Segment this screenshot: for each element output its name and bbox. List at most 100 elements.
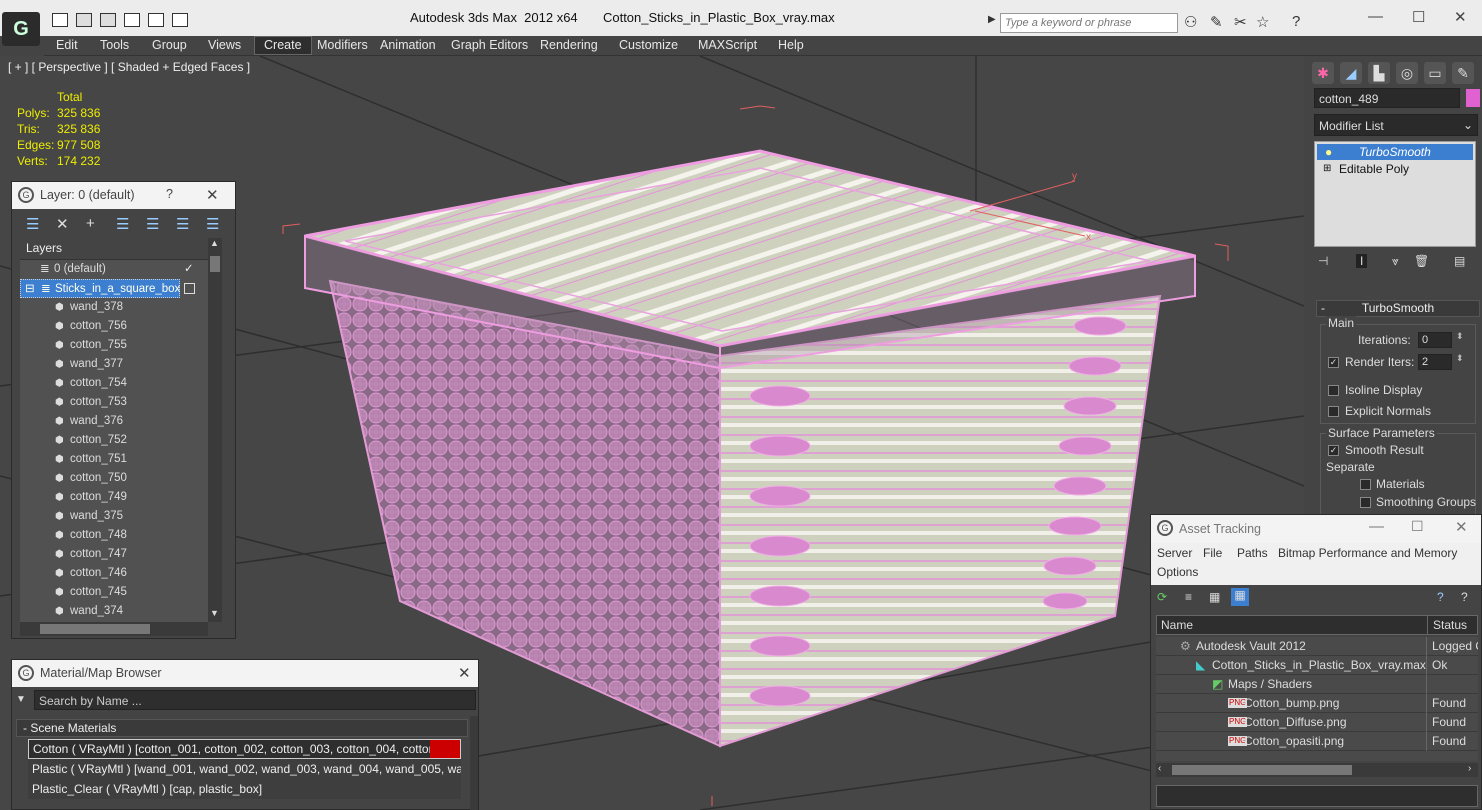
menu-group[interactable]: Group — [152, 38, 187, 52]
menu-animation[interactable]: Animation — [380, 38, 436, 52]
menu-maxscript[interactable]: MAXScript — [698, 38, 757, 52]
menu-customize[interactable]: Customize — [619, 38, 678, 52]
maximize-icon[interactable]: ☐ — [1412, 8, 1425, 26]
minimize-icon[interactable]: — — [1368, 8, 1383, 25]
layer-object-row[interactable]: ⬢ cotton_750 — [20, 469, 208, 488]
layer-object-row[interactable]: ⬢ cotton_752 — [20, 431, 208, 450]
scroll-right-icon[interactable]: › — [1468, 763, 1471, 774]
minimize-icon[interactable]: — — [1369, 518, 1384, 535]
modify-tab-icon[interactable]: ◢ — [1340, 62, 1362, 84]
smooth-result-checkbox[interactable]: ✓ — [1328, 445, 1339, 456]
layer-object-row[interactable]: ⬢ cotton_749 — [20, 488, 208, 507]
object-color-swatch[interactable] — [1466, 89, 1480, 107]
rollout-title[interactable]: - TurboSmooth — [1316, 300, 1480, 317]
layer-object-row[interactable]: ⬢ wand_377 — [20, 355, 208, 374]
pin-stack-icon[interactable]: ⊣ — [1318, 254, 1328, 268]
layer-object-row[interactable]: ⬢ wand_378 — [20, 298, 208, 317]
material-item-plastic[interactable]: Plastic ( VRayMtl ) [wand_001, wand_002,… — [28, 759, 461, 779]
create-layer-icon[interactable]: ☰ — [26, 215, 39, 233]
quick-access-dropdown-icon[interactable] — [172, 13, 188, 27]
maximize-icon[interactable]: ☐ — [1411, 518, 1424, 535]
collapse-icon[interactable]: ⊟ — [25, 280, 35, 299]
menu-views[interactable]: Views — [208, 38, 241, 52]
table-view-icon[interactable]: ▦ — [1231, 588, 1249, 606]
hierarchy-tab-icon[interactable]: ▙ — [1368, 62, 1390, 84]
hide-all-icon[interactable]: ☰ — [176, 215, 189, 233]
remove-modifier-icon[interactable]: 🗑 — [1414, 254, 1429, 268]
scrollbar-thumb[interactable] — [40, 624, 150, 634]
thumbnail-view-icon[interactable]: ▦ — [1209, 590, 1220, 604]
column-name[interactable]: Name — [1161, 618, 1193, 632]
lightbulb-icon[interactable]: ● — [1325, 144, 1332, 160]
spinner-arrows-icon[interactable]: ⬍ — [1456, 331, 1464, 342]
select-objects-icon[interactable]: ☰ — [116, 215, 129, 233]
asset-row-diffuse[interactable]: PNG Cotton_Diffuse.png Found — [1156, 713, 1478, 732]
layer-object-row[interactable]: ⬢ wand_376 — [20, 412, 208, 431]
freeze-all-icon[interactable]: ☰ — [206, 215, 219, 233]
show-end-result-icon[interactable]: I — [1356, 254, 1368, 268]
asset-row-maxfile[interactable]: ◣ Cotton_Sticks_in_Plastic_Box_vray.max Ok — [1156, 656, 1478, 675]
layer-object-row[interactable]: ⬢ cotton_746 — [20, 564, 208, 583]
new-file-icon[interactable] — [52, 13, 68, 27]
layer-object-row[interactable]: ⬢ cotton_755 — [20, 336, 208, 355]
scene-materials-header[interactable]: - Scene Materials — [16, 719, 468, 737]
subscription-icon[interactable]: ✂ — [1234, 13, 1247, 31]
add-to-layer-icon[interactable]: + — [86, 215, 95, 232]
save-icon[interactable] — [76, 13, 92, 27]
spinner-arrows-icon[interactable]: ⬍ — [1456, 353, 1464, 364]
scroll-down-icon[interactable]: ▼ — [210, 608, 219, 618]
menu-create[interactable]: Create — [254, 36, 312, 55]
iterations-spinner[interactable]: 0 — [1418, 332, 1452, 348]
undo-icon[interactable] — [100, 13, 116, 27]
materials-checkbox[interactable] — [1360, 479, 1371, 490]
scroll-up-icon[interactable]: ▲ — [210, 238, 219, 248]
column-status[interactable]: Status — [1433, 618, 1467, 632]
layer-object-row[interactable]: ⬢ cotton_745 — [20, 583, 208, 602]
material-browser-titlebar[interactable]: G Material/Map Browser ✕ — [12, 660, 478, 687]
display-tab-icon[interactable]: ▭ — [1424, 62, 1446, 84]
close-icon[interactable]: ✕ — [458, 664, 471, 682]
favorites-star-icon[interactable]: ☆ — [1256, 13, 1269, 31]
redo-icon[interactable] — [124, 13, 140, 27]
current-layer-box-icon[interactable] — [184, 283, 195, 294]
options-dropdown-icon[interactable]: ▼ — [16, 694, 26, 705]
asset-hscrollbar[interactable]: ‹ › — [1156, 763, 1478, 777]
layer-object-row[interactable]: ⬢ wand_375 — [20, 507, 208, 526]
render-iters-spinner[interactable]: 2 — [1418, 354, 1452, 370]
search-arrow-icon[interactable]: ▶ — [988, 14, 996, 25]
render-iters-checkbox[interactable]: ✓ — [1328, 357, 1339, 368]
layer-object-row[interactable]: ⬢ cotton_753 — [20, 393, 208, 412]
menu-edit[interactable]: Edit — [56, 38, 78, 52]
stack-item-editable-poly[interactable]: ⊞ Editable Poly — [1317, 161, 1473, 177]
highlight-layer-icon[interactable]: ☰ — [146, 215, 159, 233]
app-logo-icon[interactable]: G — [2, 12, 40, 46]
menu-help[interactable]: Help — [778, 38, 804, 52]
explicit-normals-checkbox[interactable] — [1328, 406, 1339, 417]
layer-object-row[interactable]: ⬢ cotton_754 — [20, 374, 208, 393]
menu-modifiers[interactable]: Modifiers — [317, 38, 368, 52]
motion-tab-icon[interactable]: ◎ — [1396, 62, 1418, 84]
help-icon[interactable]: ? — [1292, 13, 1300, 30]
close-icon[interactable]: ✕ — [1454, 8, 1467, 26]
close-icon[interactable]: ✕ — [1455, 518, 1468, 536]
menu-graph-editors[interactable]: Graph Editors — [451, 38, 528, 52]
smoothing-groups-checkbox[interactable] — [1360, 497, 1371, 508]
scrollbar-thumb[interactable] — [1172, 765, 1352, 775]
help-button[interactable]: ? — [166, 187, 173, 201]
utilities-tab-icon[interactable]: ✎ — [1452, 62, 1474, 84]
layers-column-header[interactable]: Layers — [20, 238, 208, 260]
delete-layer-icon[interactable]: ✕ — [56, 215, 69, 233]
tools-icon[interactable]: ✎ — [1210, 13, 1223, 31]
menu-server[interactable]: Server — [1157, 546, 1192, 560]
menu-bitmap-performance[interactable]: Bitmap Performance and Memory — [1278, 546, 1457, 560]
menu-tools[interactable]: Tools — [100, 38, 129, 52]
layer-object-row[interactable]: ⬢ cotton_751 — [20, 450, 208, 469]
menu-paths[interactable]: Paths — [1237, 546, 1268, 560]
menu-file[interactable]: File — [1203, 546, 1222, 560]
menu-options[interactable]: Options — [1157, 565, 1198, 579]
layer-object-row[interactable]: ⬢ cotton_756 — [20, 317, 208, 336]
search-input[interactable]: Type a keyword or phrase — [1000, 13, 1178, 33]
scroll-left-icon[interactable]: ‹ — [1158, 763, 1161, 774]
close-icon[interactable]: ✕ — [206, 186, 219, 204]
asset-row-maps[interactable]: ◩ Maps / Shaders — [1156, 675, 1478, 694]
